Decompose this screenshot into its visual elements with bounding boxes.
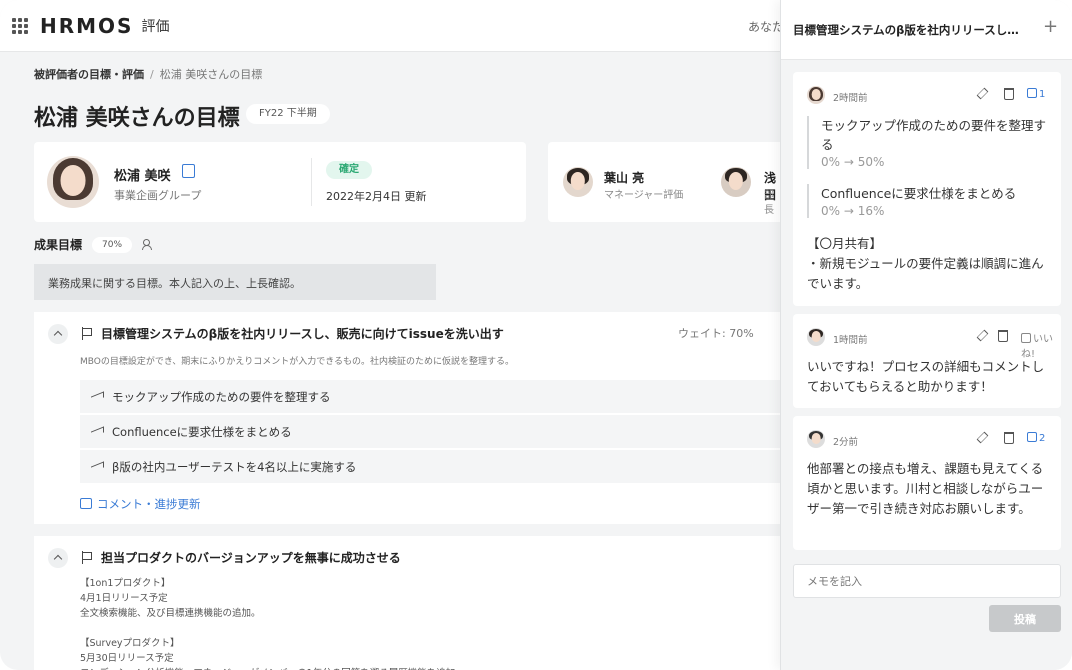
sub-goal-label: モックアップ作成のための要件を整理する [112,390,331,404]
comment-panel: 目標管理システムのβ版を社内リリースし… + 2時間前 1 モックアップ作成のた… [780,0,1072,670]
edit-icon[interactable] [976,431,989,444]
section-header: 成果目標 70% [34,236,155,253]
memo-input[interactable] [793,564,1061,598]
trash-icon[interactable] [1004,88,1014,100]
avatar [47,156,99,208]
goal-description: 【1on1プロダクト】 4月1日リリース予定 全文検索機能、及び目標連携機能の追… [80,578,455,670]
flag-icon [82,551,94,564]
person-department: 事業企画グループ [114,189,202,202]
page-title: 松浦 美咲さんの目標 [34,106,240,131]
flag-icon [82,327,94,340]
quote-text: モックアップ作成のための要件を整理する [821,118,1047,152]
goal-card: 目標管理システムのβ版を社内リリースし、販売に向けてissueを洗い出す ウェイ… [34,312,780,524]
apps-grid-icon[interactable] [12,17,28,34]
like-button[interactable]: 1 [1027,88,1045,100]
section-info: 業務成果に関する目標。本人記入の上、上長確認。 [34,264,436,300]
goal-title: 担当プロダクトのバージョンアップを無事に成功させる [101,551,401,565]
status-badge: 確定 [326,161,372,179]
trend-icon [91,462,103,470]
breadcrumb-current: 松浦 美咲さんの目標 [159,68,263,81]
person-card: 松浦 美咲 事業企画グループ 確定 2022年2月4日 更新 [34,142,526,222]
quote-progress: 0% → 16% [821,204,885,218]
profile-card-icon[interactable] [182,164,195,178]
product-name: 評価 [141,18,170,35]
goal-weight-label: ウェイト: 70% [678,327,754,340]
person-name: 松浦 美咲 [114,169,171,184]
plus-icon[interactable]: + [1043,16,1058,37]
thumbs-up-icon [1021,333,1031,343]
sub-goal-item[interactable]: β版の社内ユーザーテストを4名以上に実施する [80,450,780,483]
sub-goal-item[interactable]: モックアップ作成のための要件を整理する [80,380,780,413]
app-window: HRMOS 評価 あなた 被評価者の目標・評価 / 松浦 美咲さんの目標 松浦 美咲… [0,0,1072,670]
edit-icon[interactable] [976,87,989,100]
evaluator-role: マネージャー評価 [604,190,684,201]
term-badge: FY22 下半期 [246,104,330,124]
updated-date: 2022年2月4日 更新 [326,190,427,203]
goal-card: 担当プロダクトのバージョンアップを無事に成功させる 【1on1プロダクト】 4月… [34,536,780,670]
avatar [807,86,825,104]
edit-icon[interactable] [976,329,989,342]
sub-goal-item[interactable]: Confluenceに要求仕様をまとめる [80,415,780,448]
post-button[interactable]: 投稿 [989,605,1061,632]
comment-time: 1時間前 [833,335,868,346]
goal-weight: ウェイト: 70% [662,325,754,341]
panel-header: 目標管理システムのβ版を社内リリースし… + [781,0,1072,60]
quote-progress: 0% → 50% [821,155,885,169]
breadcrumb: 被評価者の目標・評価 / 松浦 美咲さんの目標 [34,66,262,82]
main-content: 被評価者の目標・評価 / 松浦 美咲さんの目標 松浦 美咲さんの目標 FY22 下半… [0,52,780,670]
quoted-progress: モックアップ作成のための要件を整理する 0% → 50% [807,116,1047,169]
comment-body: いいですね！プロセスの詳細もコメントしておいてもらえると助かります！ [807,359,1045,394]
goal-description: MBOの目標設定ができ、期末にふりかえりコメントが入力できるもの。社内検証のため… [80,357,515,367]
avatar [807,430,825,448]
collapse-button[interactable] [48,548,68,568]
section-label: 成果目標 [34,238,83,252]
user-menu[interactable]: あなた [748,18,784,35]
breadcrumb-separator: / [150,68,154,81]
goal-title: 目標管理システムのβ版を社内リリースし、販売に向けてissueを洗い出す [101,327,504,341]
evaluator-card: 葉山 亮 マネージャー評価 浅田 部長 [548,142,780,222]
comment-card: 2時間前 1 モックアップ作成のための要件を整理する 0% → 50% Conf… [793,72,1061,306]
comment-time: 2時間前 [833,93,868,104]
avatar [563,167,593,197]
sub-goal-label: Confluenceに要求仕様をまとめる [112,425,292,439]
trash-icon[interactable] [1004,432,1014,444]
like-count: 2 [1039,433,1046,444]
comment-card: 1時間前 いいね! いいですね！プロセスの詳細もコメントしておいてもらえると助か… [793,314,1061,408]
trend-icon [91,427,103,435]
like-button[interactable]: 2 [1027,432,1045,444]
evaluator-role: 部長 [764,190,774,216]
avatar [721,167,751,197]
trend-icon [91,392,103,400]
sub-goal-label: β版の社内ユーザーテストを4名以上に実施する [112,460,357,474]
logo[interactable]: HRMOS [40,14,133,38]
like-count: 1 [1039,89,1046,100]
quote-text: Confluenceに要求仕様をまとめる [821,186,1017,201]
quoted-progress: Confluenceに要求仕様をまとめる 0% → 16% [807,184,1047,218]
comment-body: 【〇月共有】 ・新規モジュールの要件定義は順調に進んでいます。 [807,236,1044,291]
collapse-button[interactable] [48,324,68,344]
panel-title: 目標管理システムのβ版を社内リリースし… [793,23,1019,37]
breadcrumb-parent[interactable]: 被評価者の目標・評価 [34,68,144,81]
thumbs-up-icon [1027,432,1037,442]
trash-icon[interactable] [998,330,1008,342]
comment-progress-link[interactable]: コメント・進捗更新 [80,496,201,512]
avatar [807,328,825,346]
people-icon[interactable] [142,239,155,250]
like-button[interactable]: いいね! [1021,330,1061,360]
comment-card: 2分前 2 他部署との接点も増え、課題も見えてくる頃かと思います。川村と相談しな… [793,416,1061,550]
weight-badge: 70% [92,236,133,253]
thumbs-up-icon [1027,88,1037,98]
comment-time: 2分前 [833,437,859,448]
divider [311,158,312,206]
comment-body: 他部署との接点も増え、課題も見えてくる頃かと思います。川村と相談しながらユーザー… [807,461,1044,516]
evaluator-name: 葉山 亮 [604,171,645,185]
